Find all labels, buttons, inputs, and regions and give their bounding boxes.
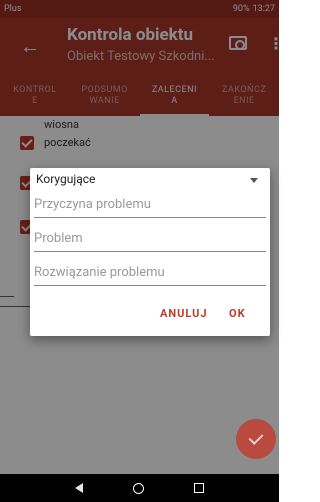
drag-line: [0, 296, 14, 297]
cancel-button[interactable]: ANULUJ: [160, 307, 208, 320]
nav-home-icon[interactable]: [133, 482, 144, 494]
ok-button[interactable]: OK: [229, 307, 246, 320]
add-recommendation-dialog: Korygujące Przyczyna problemu Problem Ro…: [30, 168, 270, 336]
nav-back-icon[interactable]: [75, 483, 83, 493]
category-select[interactable]: Korygujące: [36, 172, 264, 190]
chevron-down-icon: [250, 178, 258, 183]
problem-field[interactable]: Problem: [34, 228, 266, 252]
category-select-value: Korygujące: [36, 172, 96, 186]
system-nav-bar: [0, 474, 279, 502]
cause-field[interactable]: Przyczyna problemu: [34, 194, 266, 218]
nav-recents-icon[interactable]: [194, 483, 204, 493]
confirm-fab-button[interactable]: [236, 419, 276, 459]
solution-field[interactable]: Rozwiązanie problemu: [34, 262, 266, 286]
